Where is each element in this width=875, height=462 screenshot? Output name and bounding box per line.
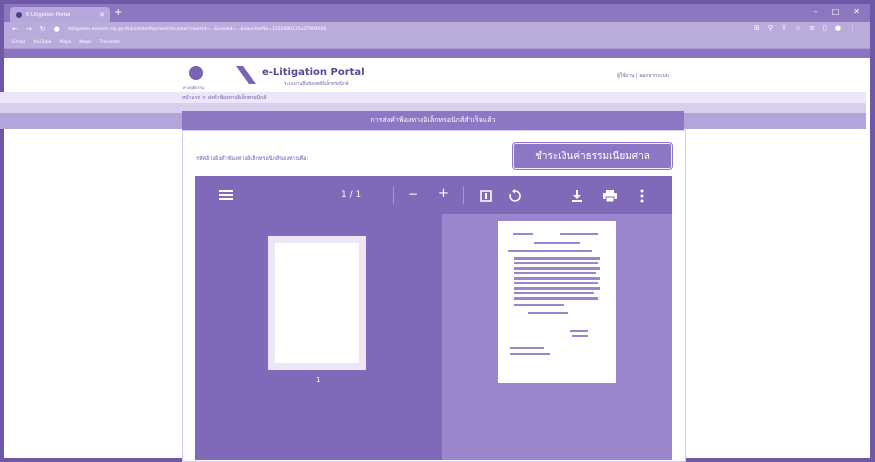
page-thumbnail[interactable]: [275, 243, 359, 363]
page-text-line: [528, 312, 568, 314]
bookmark-item[interactable]: Translate: [99, 40, 119, 45]
page-text-line: [514, 287, 600, 290]
window-controls: – □ ✕: [814, 7, 860, 16]
page-text-line: [560, 233, 598, 235]
menu-dots-icon[interactable]: ⋮: [849, 24, 856, 32]
tab-strip: [4, 4, 870, 22]
page-text-line: [514, 297, 598, 300]
page-text-line: [514, 292, 594, 294]
portal-title: e-Litigation Portal: [262, 67, 365, 78]
bookmarks-bar: Gmail YouTube Maps News Translate: [4, 36, 870, 49]
back-icon[interactable]: ←: [12, 25, 18, 33]
pdf-toolbar: [195, 176, 672, 214]
browser-tools: ⊞ ⚲ ⇪ ☆ ≡ ▯ ● ⋮: [754, 24, 856, 32]
page-text-line: [572, 335, 588, 337]
page-title: การส่งคำฟ้องทางอิเล็กทรอนิกส์สำเร็จแล้ว: [370, 116, 496, 124]
print-icon[interactable]: [603, 190, 617, 202]
toolbar-divider: [463, 186, 464, 204]
page-indicator[interactable]: 1 / 1: [341, 190, 361, 200]
user-links[interactable]: ผู้ใช้งาน | ออกจากระบบ: [617, 72, 669, 80]
org-caption: ศาลยุติธรรม: [183, 85, 205, 90]
page-text-line: [570, 330, 588, 332]
page-text-line: [514, 304, 564, 306]
menu-icon[interactable]: [219, 189, 233, 201]
bookmark-item[interactable]: News: [79, 40, 91, 45]
forward-icon[interactable]: →: [26, 25, 32, 33]
pay-fee-label: ชำระเงินค่าธรรมเนียมศาล: [535, 150, 650, 162]
page-text-line: [534, 242, 580, 244]
page-text-line: [513, 233, 533, 235]
share-icon[interactable]: ⇪: [781, 24, 787, 32]
more-icon[interactable]: [640, 189, 644, 203]
zoom-out-icon[interactable]: −: [408, 187, 418, 201]
breadcrumb[interactable]: หน้าแรก > ส่งคำฟ้องทางอิเล็กทรอนิกส์: [182, 94, 266, 102]
page-text-line: [514, 282, 598, 284]
address-row: ← → ↻ ● elitigation.ecourts.coj.go.th/po…: [4, 22, 870, 36]
browser-tab[interactable]: E-Litigation Portal ✕: [10, 7, 110, 22]
close-window-icon[interactable]: ✕: [853, 7, 860, 16]
zoom-in-icon[interactable]: +: [438, 186, 449, 201]
page-text-line: [510, 353, 550, 355]
close-tab-icon[interactable]: ✕: [99, 11, 105, 19]
site-top-bar: [4, 49, 870, 58]
portal-subtitle: ระบบงานยื่นฟ้องคดีอิเล็กทรอนิกส์: [284, 82, 349, 87]
translate-icon[interactable]: ⊞: [754, 24, 760, 32]
lock-icon: ●: [53, 25, 60, 33]
sidepanel-icon[interactable]: ▯: [823, 24, 827, 32]
court-logo-icon: [189, 66, 203, 80]
page-text-line: [514, 267, 600, 270]
extensions-icon[interactable]: ≡: [809, 24, 815, 32]
breadcrumb-bar: [0, 92, 866, 103]
pay-fee-button[interactable]: ชำระเงินค่าธรรมเนียมศาล: [513, 143, 672, 169]
new-tab-icon[interactable]: +: [114, 7, 122, 19]
toolbar-divider: [393, 186, 394, 204]
tab-title: E-Litigation Portal: [26, 11, 71, 18]
page-text-line: [514, 272, 596, 274]
page-text-line: [508, 250, 592, 252]
rotate-icon[interactable]: [508, 189, 522, 203]
thumbnail-page-number: 1: [316, 376, 321, 384]
bookmark-item[interactable]: Gmail: [12, 40, 25, 45]
search-icon[interactable]: ⚲: [768, 24, 773, 32]
site-header: [4, 58, 870, 96]
favicon-icon: [16, 11, 22, 18]
pdf-page: [498, 221, 616, 383]
star-icon[interactable]: ☆: [795, 24, 801, 32]
url-field[interactable]: elitigation.ecourts.coj.go.th/portal/ePa…: [68, 27, 327, 32]
bookmark-item[interactable]: YouTube: [33, 40, 51, 45]
page-text-line: [514, 257, 600, 260]
portal-logo-icon: [236, 66, 256, 84]
page-title-bar: การส่งคำฟ้องทางอิเล็กทรอนิกส์สำเร็จแล้ว: [182, 111, 684, 130]
profile-icon[interactable]: ●: [835, 24, 841, 32]
maximize-icon[interactable]: □: [832, 7, 840, 16]
download-icon[interactable]: [571, 189, 583, 203]
reload-icon[interactable]: ↻: [40, 25, 46, 33]
reference-label: รหัสอ้างอิงคำฟ้องทางอิเล็กทรอนิกส์ของท่า…: [196, 156, 309, 162]
page-text-line: [514, 277, 600, 280]
bookmark-item[interactable]: Maps: [59, 40, 71, 45]
page-text-line: [510, 347, 544, 349]
fit-page-icon[interactable]: [480, 190, 492, 202]
page-text-line: [514, 262, 598, 264]
minimize-icon[interactable]: –: [814, 7, 818, 16]
